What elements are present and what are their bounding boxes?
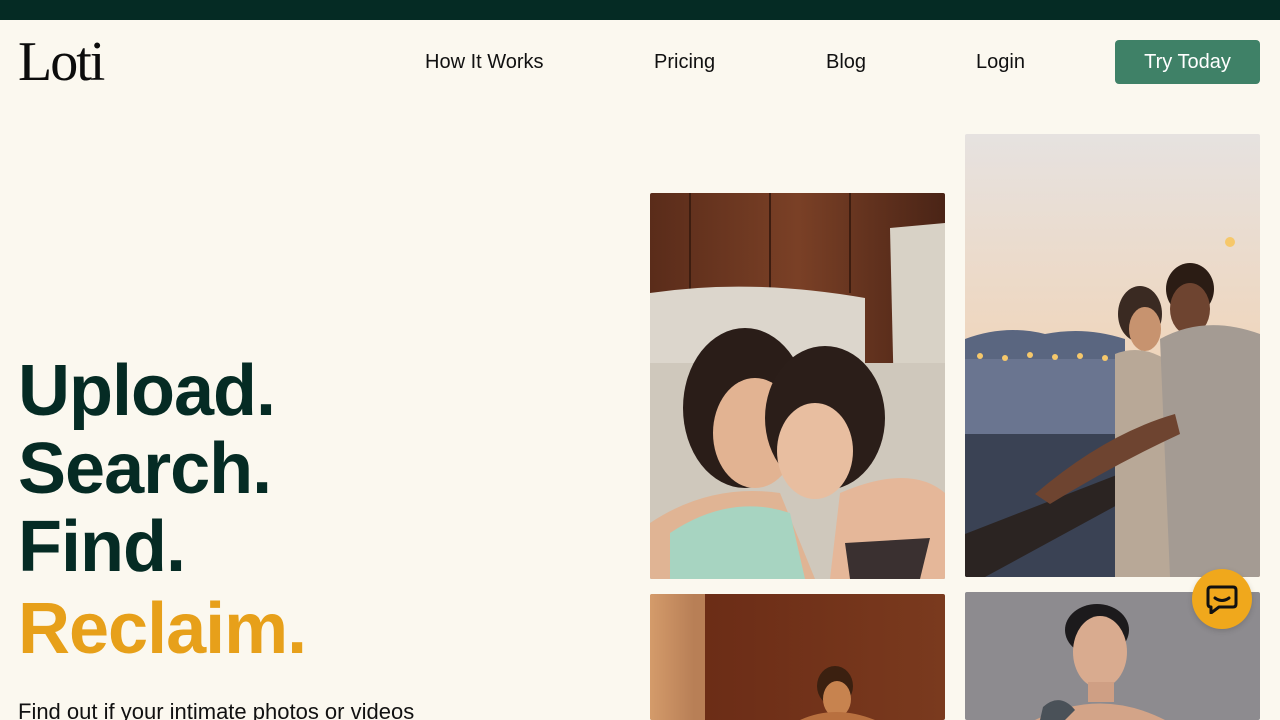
- couple-at-waterfront-railing-photo: [965, 134, 1260, 577]
- hero-line-find: Find.: [18, 507, 186, 587]
- hero-line-reclaim: Reclaim.: [18, 589, 307, 669]
- hero-subtext: Find out if your intimate photos or vide…: [18, 699, 415, 720]
- nav-login[interactable]: Login: [976, 50, 1025, 74]
- chat-bubble-icon: [1206, 584, 1238, 614]
- try-today-button[interactable]: Try Today: [1115, 40, 1260, 84]
- nav-how-it-works[interactable]: How It Works: [425, 50, 544, 74]
- woman-in-warm-wood-room-photo: [650, 594, 945, 720]
- logo[interactable]: Loti: [18, 34, 105, 90]
- nav-pricing[interactable]: Pricing: [654, 50, 715, 74]
- top-banner-bar: [0, 0, 1280, 20]
- hero-line-search: Search.: [18, 429, 272, 509]
- chat-launcher-button[interactable]: [1192, 569, 1252, 629]
- hero-line-upload: Upload.: [18, 351, 276, 431]
- couple-women-in-bed-photo: [650, 193, 945, 579]
- nav-blog[interactable]: Blog: [826, 50, 866, 74]
